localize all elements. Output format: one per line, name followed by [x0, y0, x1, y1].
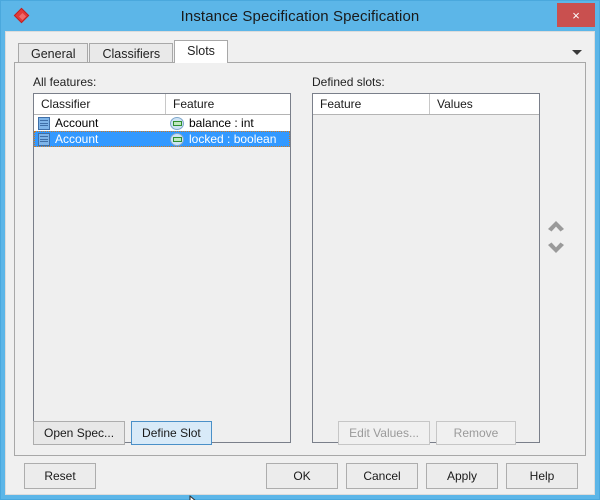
- apply-button[interactable]: Apply: [426, 463, 498, 489]
- property-icon: [170, 133, 184, 146]
- classifier-label: Account: [55, 116, 98, 130]
- tab-slots[interactable]: Slots: [174, 40, 228, 63]
- class-icon: [38, 117, 50, 130]
- cell-classifier: Account: [34, 131, 166, 147]
- mouse-cursor: [189, 495, 205, 500]
- column-header-classifier[interactable]: Classifier: [34, 94, 166, 114]
- dialog-button-bar: Reset OK Cancel Apply Help: [6, 456, 594, 494]
- remove-button[interactable]: Remove: [436, 421, 516, 445]
- property-icon: [170, 117, 184, 130]
- help-button[interactable]: Help: [506, 463, 578, 489]
- open-spec-button[interactable]: Open Spec...: [33, 421, 125, 445]
- slots-tab-page: All features: Classifier Feature Account: [14, 62, 586, 456]
- column-header-values[interactable]: Values: [430, 94, 539, 114]
- close-button[interactable]: ×: [557, 3, 595, 27]
- ok-button[interactable]: OK: [266, 463, 338, 489]
- reorder-buttons: [543, 215, 569, 259]
- defined-slots-body: [313, 115, 539, 442]
- defined-slots-list[interactable]: Feature Values: [312, 93, 540, 443]
- title-bar: Instance Specification Specification ×: [1, 1, 599, 31]
- all-features-list[interactable]: Classifier Feature Account: [33, 93, 291, 443]
- all-features-label: All features:: [33, 75, 291, 89]
- tab-general[interactable]: General: [18, 43, 88, 63]
- defined-slots-header: Feature Values: [313, 94, 539, 115]
- tab-strip: General Classifiers Slots: [6, 39, 594, 62]
- all-features-pane: All features: Classifier Feature Account: [33, 75, 291, 455]
- reset-button[interactable]: Reset: [24, 463, 96, 489]
- cell-feature: locked : boolean: [166, 131, 290, 147]
- feature-label: balance : int: [189, 116, 254, 130]
- classifier-label: Account: [55, 132, 98, 146]
- column-header-feature[interactable]: Feature: [166, 94, 290, 114]
- table-row[interactable]: Account balance : int: [34, 115, 290, 131]
- cancel-button[interactable]: Cancel: [346, 463, 418, 489]
- dialog-window: Instance Specification Specification × G…: [0, 0, 600, 500]
- client-area: General Classifiers Slots All features: …: [5, 31, 595, 495]
- panes-container: All features: Classifier Feature Account: [15, 63, 585, 455]
- defined-slots-pane: Defined slots: Feature Values: [312, 75, 540, 455]
- move-up-button[interactable]: [545, 215, 567, 237]
- move-down-button[interactable]: [545, 237, 567, 259]
- tab-overflow-button[interactable]: [570, 45, 584, 59]
- table-row[interactable]: Account locked : boolean: [34, 131, 290, 147]
- all-features-body: Account balance : int Accou: [34, 115, 290, 442]
- cell-classifier: Account: [34, 115, 166, 131]
- all-features-header: Classifier Feature: [34, 94, 290, 115]
- action-buttons-row: Open Spec... Define Slot Edit Values... …: [15, 421, 585, 445]
- all-features-empty-area: [34, 147, 290, 443]
- class-icon: [38, 133, 50, 146]
- edit-values-button[interactable]: Edit Values...: [338, 421, 430, 445]
- tab-classifiers[interactable]: Classifiers: [89, 43, 173, 63]
- feature-label: locked : boolean: [189, 132, 276, 146]
- defined-slots-label: Defined slots:: [312, 75, 540, 89]
- window-title: Instance Specification Specification: [1, 8, 599, 25]
- define-slot-button[interactable]: Define Slot: [131, 421, 212, 445]
- red-diamond-icon: [13, 7, 31, 25]
- chevron-down-icon: [572, 50, 582, 55]
- column-header-slot-feature[interactable]: Feature: [313, 94, 430, 114]
- cell-feature: balance : int: [166, 115, 290, 131]
